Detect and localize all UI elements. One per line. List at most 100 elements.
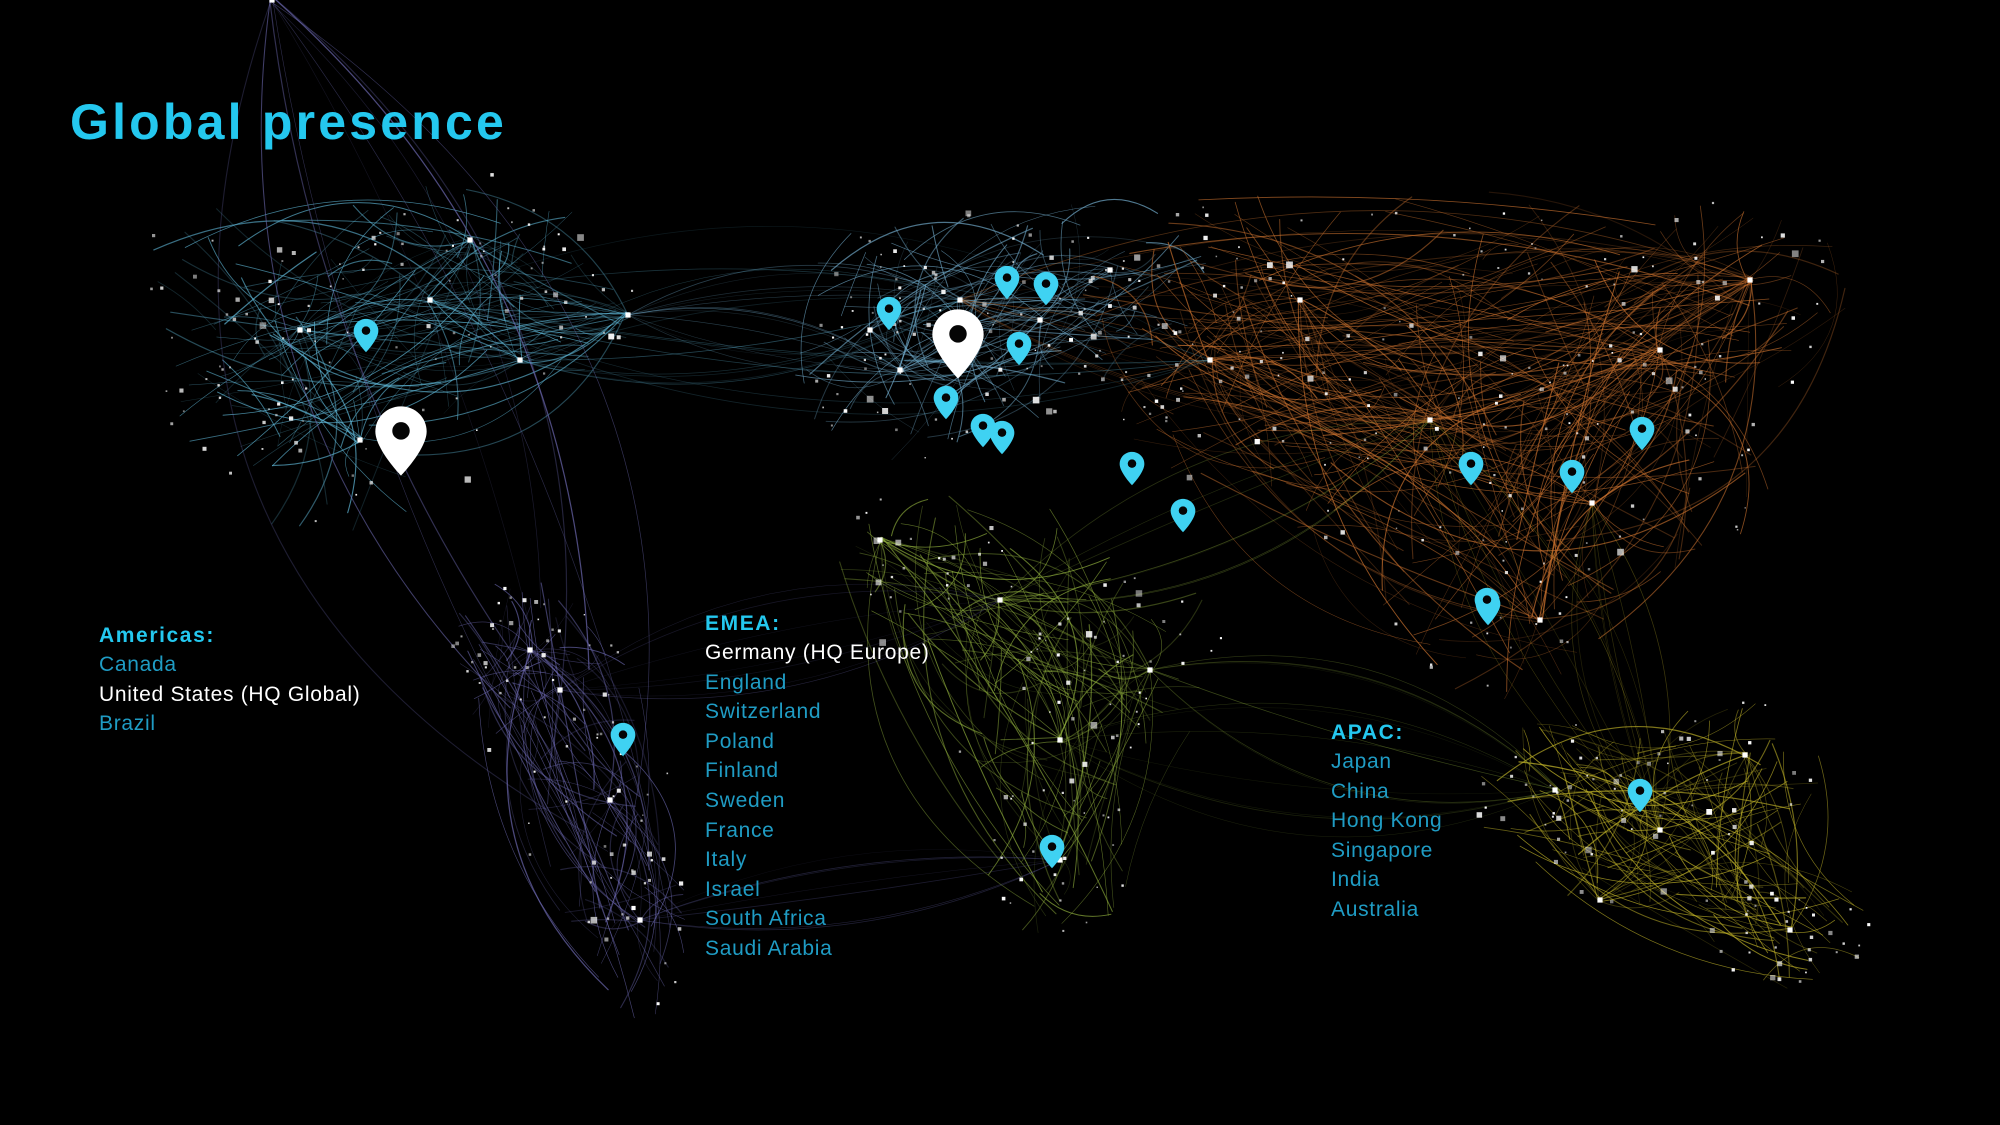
city-node [1805, 971, 1807, 974]
legend-item-hong-kong: Hong Kong [1331, 809, 1443, 833]
city-node [1036, 648, 1039, 650]
map-pin-saudi-arabia[interactable] [1170, 498, 1196, 533]
city-node [557, 629, 561, 633]
city-node [1556, 815, 1562, 821]
city-node [1483, 423, 1485, 426]
map-pin-poland[interactable] [1006, 331, 1032, 366]
city-node [281, 260, 284, 262]
city-node [631, 869, 634, 872]
city-node [362, 268, 365, 271]
city-node [1566, 364, 1569, 367]
city-node [455, 397, 458, 400]
city-node [403, 213, 406, 216]
city-node [1505, 541, 1507, 543]
city-node [1034, 349, 1037, 351]
city-node [982, 561, 988, 566]
map-pin-england[interactable] [876, 296, 902, 331]
city-node [218, 396, 222, 399]
city-node [1764, 704, 1767, 706]
city-node [1691, 804, 1694, 807]
city-node [1792, 771, 1796, 775]
city-node [477, 653, 482, 657]
map-pin-canada[interactable] [353, 318, 379, 353]
city-node [609, 852, 614, 856]
map-pin-united-states[interactable] [374, 405, 428, 477]
city-node [1049, 711, 1051, 713]
city-node [1329, 442, 1332, 444]
city-node [1544, 427, 1548, 431]
legend-item-australia: Australia [1331, 897, 1420, 921]
city-node [1636, 761, 1640, 765]
city-node [826, 374, 831, 378]
city-node [1816, 302, 1819, 305]
map-pin-sweden[interactable] [994, 265, 1020, 300]
map-pin-finland[interactable] [1033, 271, 1059, 306]
map-pin-australia[interactable] [1627, 778, 1653, 813]
city-node [674, 981, 677, 984]
city-node [1453, 234, 1456, 237]
city-hub-node [1589, 500, 1595, 506]
city-node [610, 644, 613, 647]
map-pin-italy[interactable] [989, 420, 1015, 455]
city-node [866, 395, 874, 403]
city-node [1705, 899, 1708, 902]
map-pin-india[interactable] [1458, 451, 1484, 486]
city-node [988, 329, 993, 334]
city-node [1660, 888, 1667, 895]
city-node [1409, 323, 1414, 328]
city-hub-node [1037, 317, 1043, 323]
city-node [1281, 440, 1285, 443]
city-node [924, 457, 926, 459]
legend-item-saudi-arabia: Saudi Arabia [705, 936, 833, 960]
city-hub-node [1107, 267, 1113, 273]
city-node [616, 651, 619, 654]
city-node [1107, 816, 1110, 819]
city-node [1514, 755, 1517, 759]
city-node [1003, 795, 1008, 800]
city-node [534, 600, 539, 604]
city-node [1012, 261, 1014, 263]
city-hub-node [1057, 737, 1063, 743]
city-node [503, 586, 507, 591]
city-node [1696, 280, 1701, 285]
city-node [1715, 295, 1720, 301]
map-pin-china[interactable] [1559, 459, 1585, 494]
city-node [1167, 280, 1171, 283]
city-node [400, 262, 404, 266]
map-pin-germany[interactable] [931, 308, 985, 380]
city-node [640, 819, 643, 822]
map-pin-israel[interactable] [1119, 451, 1145, 486]
map-pin-singapore[interactable] [1474, 587, 1500, 622]
city-node [993, 839, 996, 842]
city-node [1541, 219, 1543, 221]
city-node [1791, 316, 1795, 320]
city-node [261, 448, 264, 450]
city-node [1078, 310, 1083, 316]
city-node [864, 367, 867, 370]
city-node [1045, 639, 1047, 642]
city-node [520, 296, 524, 300]
city-node [543, 716, 546, 719]
legend-item-brazil: Brazil [99, 712, 156, 736]
city-node [497, 601, 500, 605]
city-node [1439, 526, 1442, 529]
city-node [1558, 612, 1562, 615]
city-node [583, 708, 586, 711]
map-pin-japan[interactable] [1629, 416, 1655, 451]
city-node [1182, 390, 1184, 392]
map-pin-brazil[interactable] [610, 722, 636, 757]
city-node [1552, 812, 1555, 815]
city-node [923, 266, 927, 270]
city-node [1011, 795, 1014, 798]
city-node [1001, 550, 1003, 552]
city-node [494, 274, 497, 277]
city-hub-node [997, 597, 1003, 603]
city-node [1493, 474, 1496, 477]
map-pin-south-africa[interactable] [1039, 834, 1065, 869]
city-node [642, 814, 644, 816]
legend-apac: APAC: Japan China Hong Kong Singapore In… [1331, 722, 1442, 929]
city-node [1066, 680, 1071, 685]
city-node [1619, 774, 1622, 777]
city-node [1083, 669, 1086, 672]
map-pin-france[interactable] [933, 385, 959, 420]
